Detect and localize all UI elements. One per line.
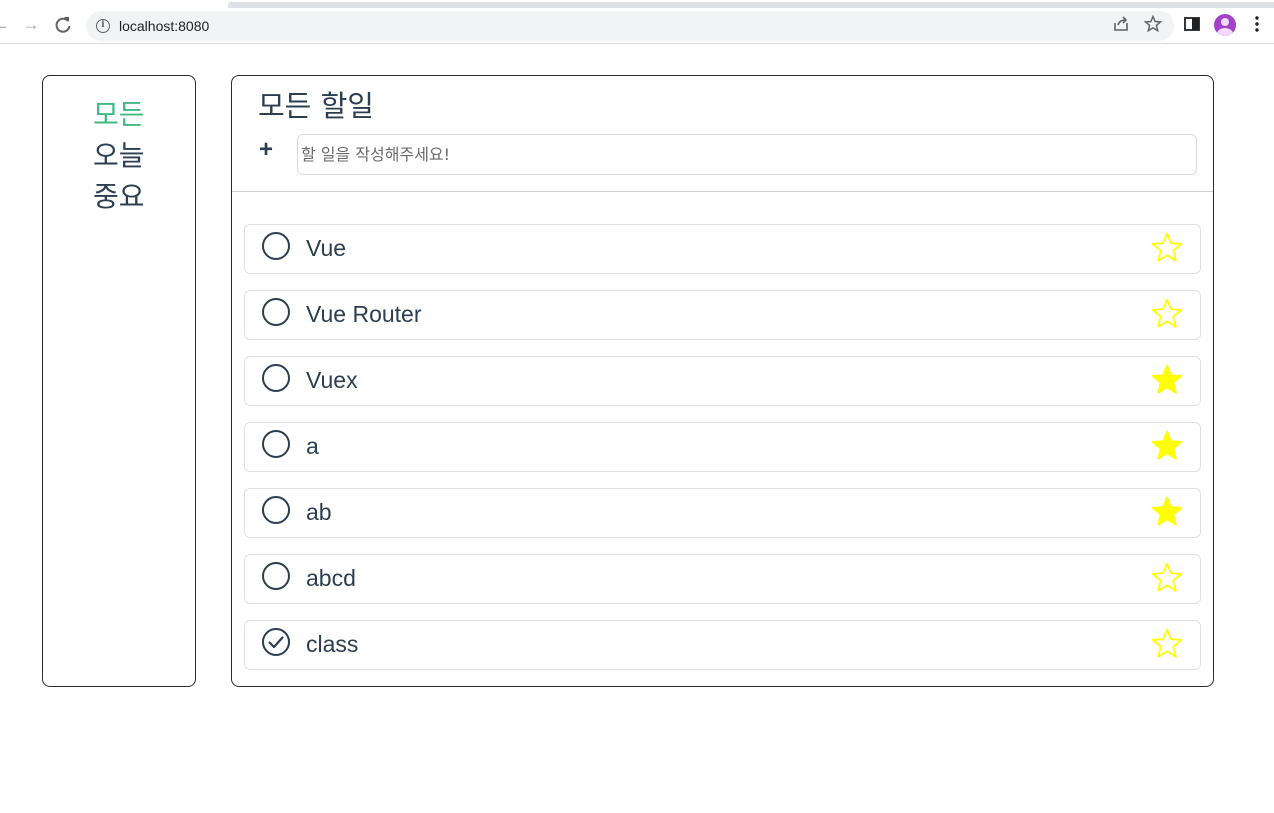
profile-avatar[interactable] bbox=[1214, 14, 1236, 36]
todo-item[interactable]: ab bbox=[244, 488, 1201, 538]
site-info-icon[interactable]: i bbox=[96, 19, 110, 33]
page-title: 모든 할일 bbox=[258, 89, 374, 123]
unchecked-circle-icon[interactable] bbox=[261, 495, 291, 525]
todo-item[interactable]: Vuex bbox=[244, 356, 1201, 406]
todo-item[interactable]: class bbox=[244, 620, 1201, 670]
unchecked-circle-icon[interactable] bbox=[261, 429, 291, 459]
sidebar: 모든 오늘 중요 bbox=[42, 75, 196, 687]
bookmark-star-icon[interactable] bbox=[1143, 14, 1163, 34]
empty-star-icon[interactable] bbox=[1150, 627, 1184, 661]
todo-text: class bbox=[306, 631, 359, 657]
todo-text: abcd bbox=[306, 565, 356, 591]
todo-item[interactable]: Vue Router bbox=[244, 290, 1201, 340]
empty-star-icon[interactable] bbox=[1150, 231, 1184, 265]
empty-star-icon[interactable] bbox=[1150, 561, 1184, 595]
tab-strip bbox=[0, 0, 1274, 8]
unchecked-circle-icon[interactable] bbox=[261, 231, 291, 261]
sidebar-item-important[interactable]: 중요 bbox=[93, 180, 145, 214]
browser-menu-icon[interactable] bbox=[1247, 14, 1267, 34]
browser-toolbar: ← → i localhost:8080 bbox=[0, 8, 1274, 44]
todo-item[interactable]: Vue bbox=[244, 224, 1201, 274]
todo-text: ab bbox=[306, 499, 332, 525]
todo-input[interactable] bbox=[297, 134, 1197, 175]
todo-text: Vue Router bbox=[306, 301, 422, 327]
forward-icon[interactable]: → bbox=[20, 14, 42, 36]
checked-circle-icon[interactable] bbox=[261, 627, 291, 657]
sidebar-item-today[interactable]: 오늘 bbox=[93, 139, 145, 173]
unchecked-circle-icon[interactable] bbox=[261, 363, 291, 393]
unchecked-circle-icon[interactable] bbox=[261, 297, 291, 327]
reload-icon[interactable] bbox=[52, 14, 74, 36]
todo-text: Vuex bbox=[306, 367, 358, 393]
address-bar[interactable]: i localhost:8080 bbox=[86, 11, 1174, 41]
share-icon[interactable] bbox=[1111, 14, 1131, 34]
add-todo-button[interactable]: + bbox=[256, 138, 276, 162]
todo-text: a bbox=[306, 433, 319, 459]
todo-text: Vue bbox=[306, 235, 347, 261]
todo-item[interactable]: abcd bbox=[244, 554, 1201, 604]
main-panel: 모든 할일 + Vue Vue Router Vuex a ab abcd class bbox=[231, 75, 1214, 687]
side-panel-icon[interactable] bbox=[1182, 14, 1202, 34]
url-text[interactable]: localhost:8080 bbox=[119, 18, 209, 34]
back-icon[interactable]: ← bbox=[0, 14, 12, 36]
divider bbox=[232, 191, 1213, 192]
unchecked-circle-icon[interactable] bbox=[261, 561, 291, 591]
sidebar-item-all[interactable]: 모든 bbox=[93, 98, 145, 132]
todo-item[interactable]: a bbox=[244, 422, 1201, 472]
filled-star-icon[interactable] bbox=[1150, 495, 1184, 529]
empty-star-icon[interactable] bbox=[1150, 297, 1184, 331]
filled-star-icon[interactable] bbox=[1150, 363, 1184, 397]
filled-star-icon[interactable] bbox=[1150, 429, 1184, 463]
